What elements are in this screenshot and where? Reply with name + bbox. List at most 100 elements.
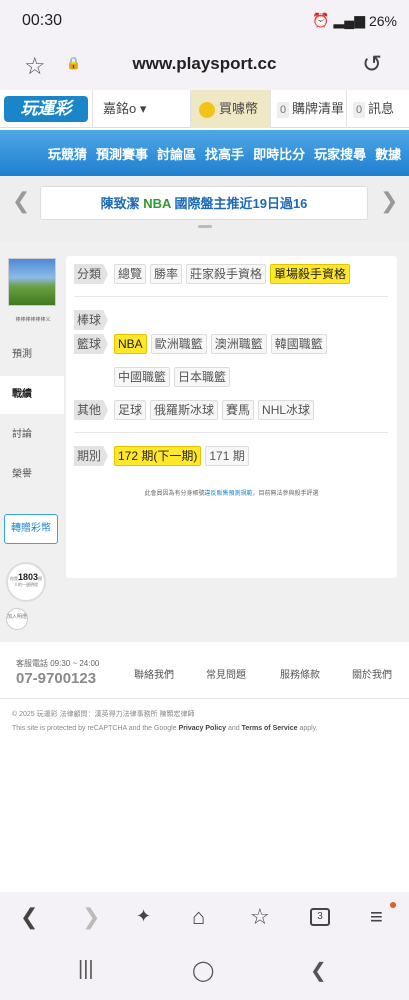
cart-count: 0 (277, 102, 289, 118)
tabs-button[interactable]: 3 (310, 908, 330, 926)
stat-number: 1803 (17, 572, 39, 582)
nav-item-experts[interactable]: 找高手 (205, 144, 244, 163)
other-row: 其他 足球 俄羅斯冰球 賽馬 NHL冰球 (74, 400, 315, 420)
buy-coins-button[interactable]: 買噱幣 (190, 90, 270, 128)
baseball-label: 棒球 (74, 310, 108, 330)
home-icon[interactable]: ⌂ (192, 904, 205, 930)
menu-icon[interactable]: ≡ (370, 904, 383, 930)
sparkle-icon[interactable]: ✦ (136, 906, 151, 927)
battery-level: 26% (368, 12, 397, 29)
basketball-label: 籃球 (74, 334, 108, 354)
category-winrate[interactable]: 勝率 (150, 264, 183, 284)
category-row: 分類 總覽 勝率 莊家殺手資格 單場殺手資格 (74, 264, 351, 284)
captcha-apply: apply. (297, 725, 318, 732)
main-content: 棒棒棒棒棒棒义 預測 戰績 討論 榮譽 轉贈彩幣 你是1803個 人的一週明燈 … (0, 242, 409, 642)
browser-toolbar: ❮ ❯ ✦ ⌂ ☆ 3 ≡ (0, 892, 409, 946)
banner-dots (198, 225, 212, 228)
sidebar-item-discuss[interactable]: 討論 (0, 416, 64, 454)
sport-soccer[interactable]: 足球 (114, 400, 147, 420)
forward-icon[interactable]: ❯ (82, 904, 100, 930)
baseball-row: 棒球 (74, 310, 110, 330)
stat-suffix: 個 (38, 576, 43, 581)
sidebar-item-honor[interactable]: 榮譽 (0, 456, 64, 494)
phone-hours: 客服電話 09:30 ~ 24:00 (16, 659, 100, 668)
back-icon[interactable]: ❮ (20, 904, 38, 930)
coin-icon (199, 101, 215, 118)
system-back-icon[interactable]: ❮ (310, 958, 327, 983)
footer-link-about[interactable]: 關於我們 (352, 666, 392, 681)
url-text[interactable]: www.playsport.cc (0, 54, 409, 74)
nav-item-livescore[interactable]: 即時比分 (253, 144, 305, 163)
notice-pre: 此會員因為有分身帳號 (144, 491, 205, 497)
messages-button[interactable]: 0 訊息 (346, 90, 409, 128)
terms-link[interactable]: Terms of Service (242, 725, 298, 732)
league-korea[interactable]: 韓國職籃 (270, 334, 327, 354)
league-euro[interactable]: 歐洲職籃 (150, 334, 207, 354)
banner-text[interactable]: 陳致潔 NBA 國際盤主推近19日過16 (40, 186, 368, 220)
nav-item-data[interactable]: 數據 (375, 144, 401, 163)
avatar-label: 棒棒棒棒棒棒义 (15, 317, 51, 323)
banner-prev-icon[interactable]: ❮ (12, 188, 30, 214)
basketball-row: 籃球 NBA 歐洲職籃 澳洲職籃 韓國職籃 (74, 334, 327, 354)
banner-record: 國際盤主推近19日過16 (170, 196, 308, 211)
stat-label: 人的一週明燈 (14, 582, 38, 587)
sport-nhl[interactable]: NHL冰球 (258, 400, 315, 420)
period-172[interactable]: 172 期(下一期) (114, 446, 202, 466)
sidebar-item-record[interactable]: 戰績 (0, 376, 64, 414)
add-beacon-button[interactable]: 加入明燈 (6, 608, 28, 630)
status-bar: 00:30 ⏰ ▂▄▆ 26% (0, 0, 409, 44)
nav-item-predict[interactable]: 預測賽事 (96, 144, 148, 163)
banner-player: 陳致潔 (100, 196, 144, 211)
category-bookie-killer[interactable]: 莊家殺手資格 (186, 264, 267, 284)
alarm-icon: ⏰ (312, 12, 330, 28)
basketball-row-2: 中國職籃 日本職籃 (74, 367, 231, 387)
site-logo[interactable]: 玩運彩 (4, 96, 88, 122)
league-nba[interactable]: NBA (114, 334, 147, 354)
clock: 00:30 (22, 12, 63, 29)
nav-item-player-search[interactable]: 玩家搜尋 (314, 144, 366, 163)
league-china[interactable]: 中國職籃 (114, 367, 171, 387)
captcha-and: and (226, 725, 242, 732)
user-menu[interactable]: 嘉銘o ▾ (92, 90, 190, 128)
league-australia[interactable]: 澳洲職籃 (210, 334, 267, 354)
beacon-stat: 你是1803個 人的一週明燈 (6, 562, 46, 602)
captcha-text: This site is protected by reCAPTCHA and … (12, 725, 179, 732)
other-label: 其他 (74, 400, 108, 420)
sidebar-item-predict[interactable]: 預測 (0, 336, 64, 374)
cart-label: 購牌清單 (292, 101, 345, 116)
phone-number[interactable]: 07-9700123 (16, 670, 96, 687)
privacy-link[interactable]: Privacy Policy (179, 725, 226, 732)
site-header: 玩運彩 嘉銘o ▾ 買噱幣 0 購牌清單 0 訊息 (0, 90, 409, 128)
footer-link-contact[interactable]: 聯絡我們 (134, 666, 174, 681)
notice-rule-link[interactable]: 違反販售預測規範 (204, 491, 252, 497)
footer-divider (0, 698, 409, 699)
sport-horse-racing[interactable]: 賽馬 (222, 400, 255, 420)
category-single-killer[interactable]: 單場殺手資格 (270, 264, 351, 284)
league-japan[interactable]: 日本職籃 (174, 367, 231, 387)
banner-next-icon[interactable]: ❯ (380, 188, 398, 214)
sport-russia-hockey[interactable]: 俄羅斯冰球 (150, 400, 219, 420)
browser-url-bar: ☆ 🔒 www.playsport.cc ↺ (0, 44, 409, 90)
notification-dot (390, 902, 396, 908)
category-overview[interactable]: 總覽 (114, 264, 147, 284)
footer-link-faq[interactable]: 常見問題 (206, 666, 246, 681)
period-171[interactable]: 171 期 (205, 446, 249, 466)
nav-item-forum[interactable]: 討論區 (157, 144, 196, 163)
bookmarks-icon[interactable]: ☆ (250, 904, 270, 930)
promo-banner: ❮ 陳致潔 NBA 國際盤主推近19日過16 ❯ (0, 176, 409, 242)
cart-button[interactable]: 0 購牌清單 (270, 90, 346, 128)
status-icons: ⏰ ▂▄▆ 26% (312, 12, 397, 29)
transfer-coins-button[interactable]: 轉贈彩幣 (4, 514, 58, 544)
copyright: © 2025 玩運彩 法律顧問：漢英得力法律事務所 陳顥宏律師 (12, 711, 195, 718)
messages-count: 0 (353, 102, 365, 118)
buy-coins-label: 買噱幣 (219, 101, 259, 116)
messages-label: 訊息 (368, 101, 395, 116)
nav-item-guess[interactable]: 玩競猜 (48, 144, 87, 163)
home-circle-icon[interactable]: ◯ (192, 958, 214, 983)
avatar[interactable] (8, 258, 56, 306)
footer-link-terms[interactable]: 服務條款 (280, 666, 320, 681)
system-nav-bar: ||| ◯ ❮ (0, 946, 409, 1000)
reload-icon[interactable]: ↺ (362, 50, 382, 79)
recent-apps-icon[interactable]: ||| (78, 958, 94, 981)
